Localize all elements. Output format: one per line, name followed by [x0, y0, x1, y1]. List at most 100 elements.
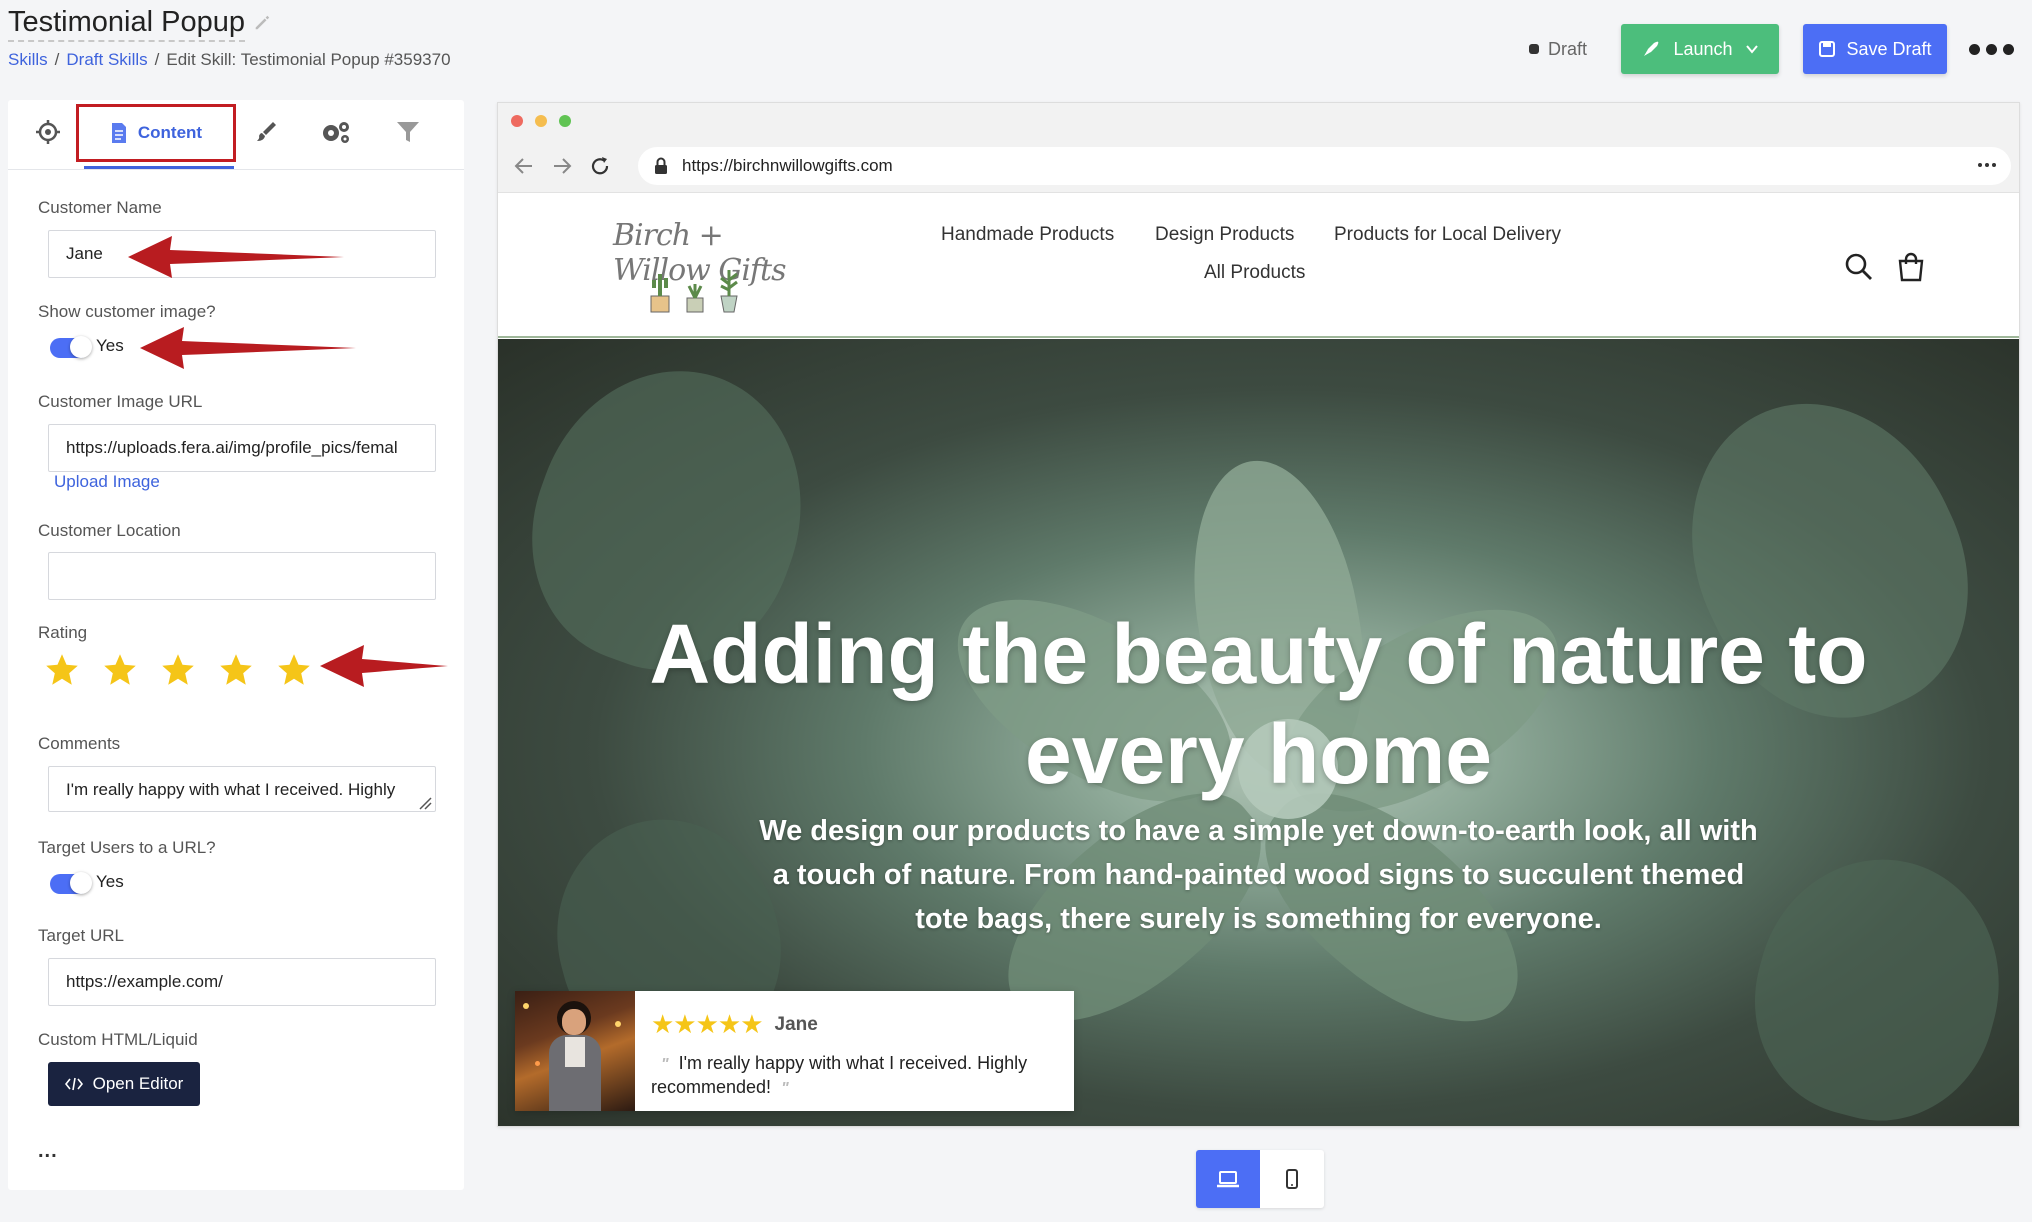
open-editor-label: Open Editor	[92, 1074, 184, 1093]
page-title-wrap: Testimonial Popup	[8, 4, 271, 42]
editor-tabs: Content	[8, 100, 464, 170]
target-users-toggle-label: Yes	[96, 872, 124, 891]
target-url-label: Target URL	[38, 926, 124, 945]
mobile-phone-icon	[1286, 1169, 1298, 1189]
breadcrumb-separator: /	[54, 50, 60, 69]
show-image-toggle-label: Yes	[96, 336, 124, 355]
image-url-label: Customer Image URL	[38, 392, 203, 411]
comments-textarea[interactable]: I'm really happy with what I received. H…	[48, 766, 436, 812]
red-arrow-annotation	[140, 327, 356, 369]
header-actions: Draft Launch Save Draft	[1528, 24, 2014, 74]
tab-settings[interactable]	[316, 114, 356, 150]
customer-name-label: Customer Name	[38, 198, 162, 217]
more-options-icon[interactable]	[1969, 43, 2014, 55]
target-url-input[interactable]: https://example.com/	[48, 958, 436, 1006]
url-text[interactable]: https://birchnwillowgifts.com	[682, 156, 893, 176]
open-editor-button[interactable]: Open Editor	[48, 1062, 200, 1106]
chevron-down-icon[interactable]	[1745, 42, 1759, 56]
breadcrumb-current: Edit Skill: Testimonial Popup #359370	[166, 50, 451, 69]
browser-titlebar	[498, 103, 2019, 139]
more-horizontal-icon[interactable]	[1977, 161, 1997, 169]
comments-label: Comments	[38, 734, 121, 753]
status-badge: Draft	[1528, 38, 1587, 60]
hero-title: Adding the beauty of nature to every hom…	[649, 607, 1868, 801]
crosshair-icon	[36, 120, 60, 144]
star-icon[interactable]	[160, 652, 196, 688]
lock-icon	[655, 157, 667, 174]
save-draft-label: Save Draft	[1846, 38, 1932, 59]
window-maximize-icon[interactable]	[559, 115, 571, 127]
tab-design[interactable]	[246, 114, 286, 150]
filter-funnel-icon	[397, 122, 419, 142]
show-image-label: Show customer image?	[38, 302, 216, 321]
close-quote-icon: "	[781, 1080, 789, 1097]
star-icon[interactable]	[102, 652, 138, 688]
page-title[interactable]: Testimonial Popup	[8, 4, 245, 42]
browser-toolbar: https://birchnwillowgifts.com	[498, 139, 2019, 193]
customer-photo	[515, 991, 635, 1111]
window-minimize-icon[interactable]	[535, 115, 547, 127]
nav-local-delivery[interactable]: Products for Local Delivery	[1334, 224, 1561, 246]
rating-label: Rating	[38, 623, 88, 642]
hero-banner: Adding the beauty of nature to every hom…	[498, 339, 2019, 1126]
breadcrumb-skills[interactable]: Skills	[8, 50, 48, 70]
address-bar[interactable]: https://birchnwillowgifts.com	[638, 147, 2011, 185]
testimonial-name: Jane	[774, 1013, 818, 1035]
site-logo[interactable]: Birch + Willow Gifts	[613, 218, 803, 318]
laptop-icon	[1217, 1171, 1239, 1188]
open-quote-icon: "	[661, 1056, 669, 1073]
forward-arrow-icon[interactable]	[550, 154, 574, 178]
red-arrow-annotation	[320, 645, 448, 687]
code-icon	[64, 1077, 83, 1091]
nav-design-products[interactable]: Design Products	[1155, 224, 1294, 246]
hero-subtitle: We design our products to have a simple …	[759, 815, 1758, 935]
tab-targeting[interactable]	[28, 114, 68, 150]
breadcrumb: Skills / Draft Skills / Edit Skill: Test…	[8, 50, 451, 70]
customer-location-label: Customer Location	[38, 521, 181, 540]
desktop-preview-button[interactable]	[1196, 1150, 1260, 1208]
pencil-icon[interactable]	[253, 14, 271, 32]
breadcrumb-draft-skills[interactable]: Draft Skills	[66, 50, 147, 70]
star-icon[interactable]	[218, 652, 254, 688]
device-preview-toggle	[1196, 1150, 1324, 1208]
launch-button[interactable]: Launch	[1621, 24, 1779, 74]
resize-handle-icon[interactable]	[418, 796, 432, 810]
show-image-toggle[interactable]	[50, 336, 92, 358]
save-draft-button[interactable]: Save Draft	[1803, 24, 1947, 74]
browser-preview: https://birchnwillowgifts.com Birch + Wi…	[497, 102, 2020, 1127]
breadcrumb-separator: /	[154, 50, 160, 69]
reload-icon[interactable]	[588, 154, 612, 178]
active-tab-indicator	[84, 166, 234, 169]
custom-html-label: Custom HTML/Liquid	[38, 1030, 198, 1049]
shopping-bag-icon[interactable]	[1896, 252, 1926, 282]
testimonial-body: ★★★★★ Jane " I'm really happy with what I…	[635, 991, 1074, 1111]
status-label: Draft	[1547, 38, 1587, 59]
star-icon[interactable]	[276, 652, 312, 688]
nav-all-products[interactable]: All Products	[1204, 262, 1305, 284]
window-close-icon[interactable]	[511, 115, 523, 127]
tab-filter[interactable]	[388, 114, 428, 150]
target-users-toggle[interactable]	[50, 872, 92, 894]
rating-stars	[44, 652, 312, 688]
floppy-disk-icon	[1819, 41, 1836, 57]
star-icon[interactable]	[44, 652, 80, 688]
testimonial-comment: I'm really happy with what I received. H…	[651, 1053, 1028, 1097]
launch-label: Launch	[1673, 38, 1733, 59]
search-icon[interactable]	[1844, 252, 1874, 282]
gears-icon	[323, 122, 349, 143]
mobile-preview-button[interactable]	[1260, 1150, 1324, 1208]
cactus-pots-icon	[650, 270, 738, 313]
status-dot-icon	[1528, 44, 1539, 54]
image-url-input[interactable]: https://uploads.fera.ai/img/profile_pics…	[48, 424, 436, 472]
nav-handmade-products[interactable]: Handmade Products	[941, 224, 1114, 246]
document-icon	[111, 123, 126, 143]
more-fields-ellipsis[interactable]: ...	[38, 1140, 58, 1163]
upload-image-link[interactable]: Upload Image	[54, 472, 160, 492]
tab-content[interactable]: Content	[76, 104, 236, 162]
testimonial-popup[interactable]: ★★★★★ Jane " I'm really happy with what I…	[515, 991, 1074, 1111]
testimonial-comment-wrap: " I'm really happy with what I received. …	[651, 1052, 1058, 1100]
customer-location-input[interactable]	[48, 552, 436, 600]
red-arrow-annotation	[128, 236, 344, 278]
back-arrow-icon[interactable]	[512, 154, 536, 178]
rocket-icon	[1644, 41, 1659, 56]
